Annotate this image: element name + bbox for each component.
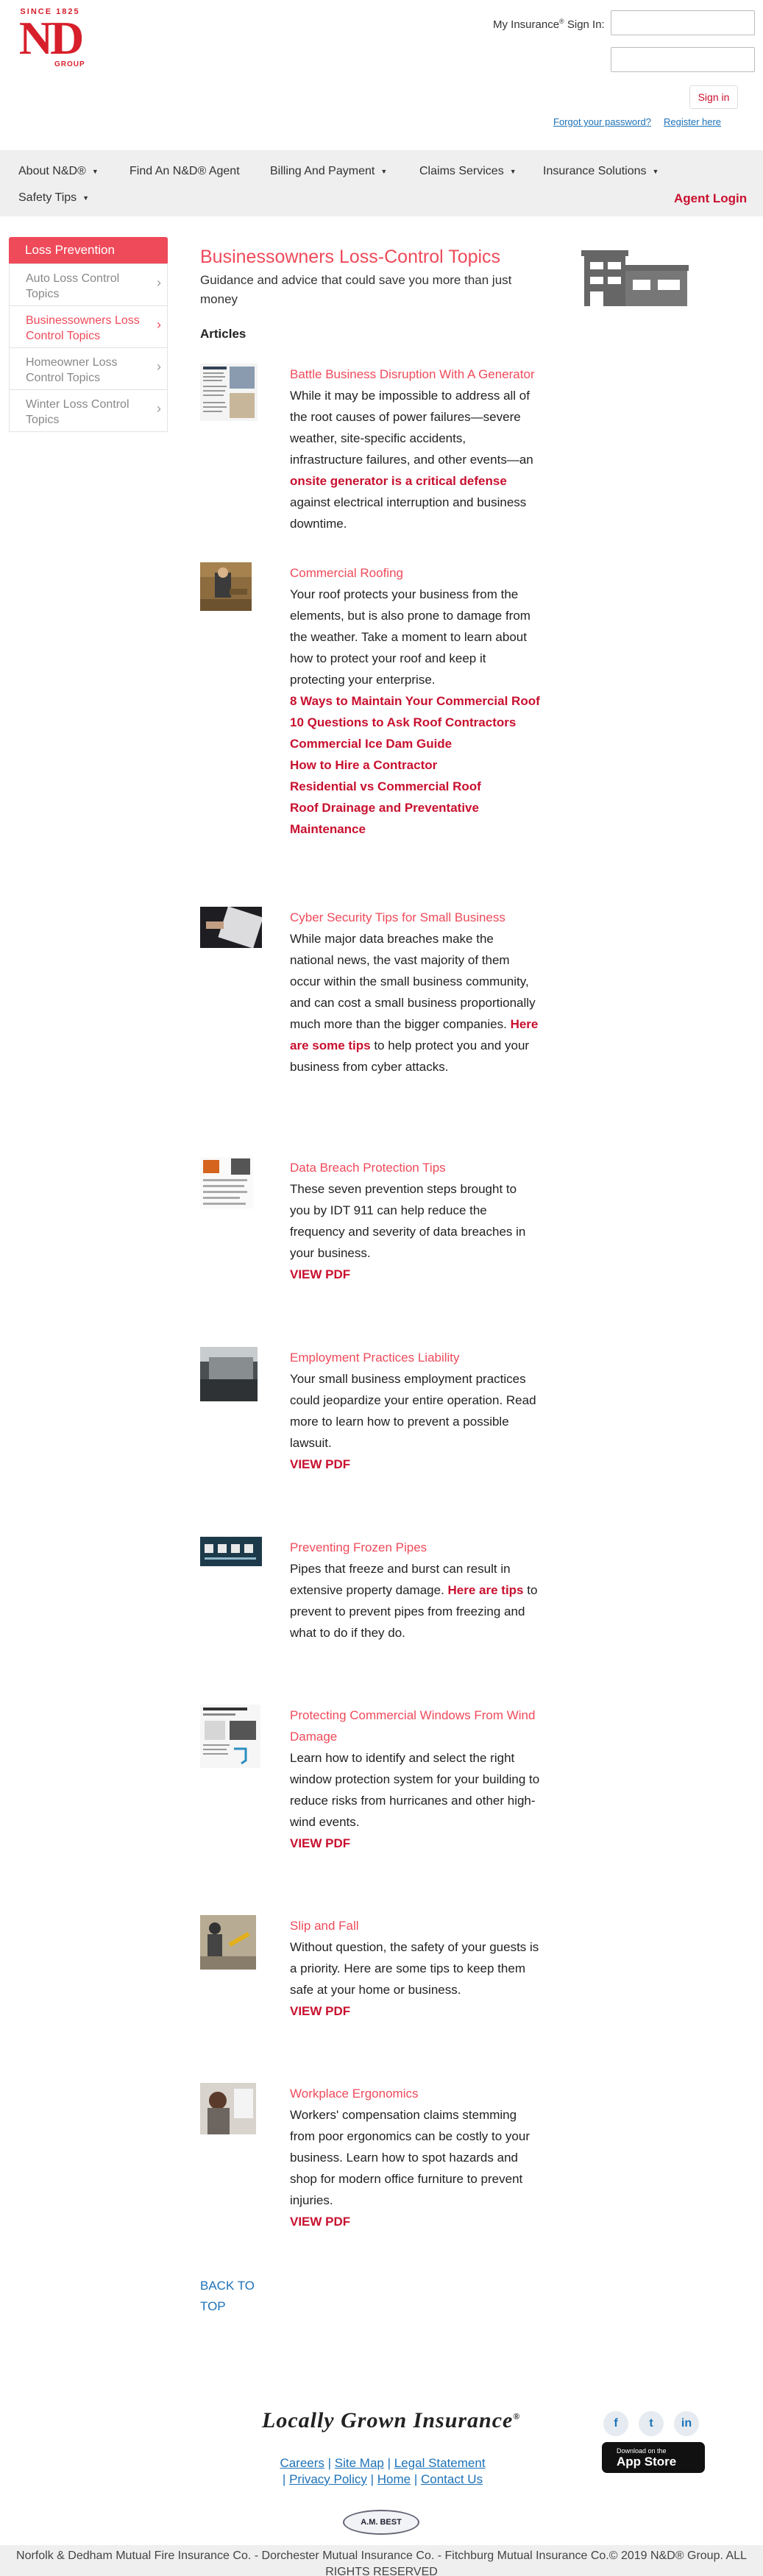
view-pdf-link[interactable]: VIEW PDF (290, 1264, 540, 1285)
sidebar-list: Auto Loss Control Topics › Businessowners… (9, 263, 168, 432)
page-subtitle: Guidance and advice that could save you … (200, 273, 512, 306)
view-pdf-link[interactable]: VIEW PDF (290, 2211, 540, 2232)
site-header: SINCE 1825 ND GROUP My Insurance® Sign I… (0, 0, 763, 150)
footer-links: Careers | Site Map | Legal Statement | P… (280, 2456, 486, 2486)
article-title[interactable]: Commercial Roofing (290, 562, 540, 584)
sidebar-item-homeowner[interactable]: Homeowner Loss Control Topics › (10, 347, 167, 389)
nav-find-agent[interactable]: Find An N&D® Agent (129, 165, 240, 178)
roof-link-hire[interactable]: How to Hire a Contractor (290, 754, 540, 776)
main-nav: About N&D® ▼ Find An N&D® Agent Billing A… (0, 150, 763, 216)
sidebar-item-label: Homeowner Loss Control Topics (26, 356, 118, 384)
caret-down-icon: ▼ (652, 167, 659, 175)
article-title[interactable]: Cyber Security Tips for Small Business (290, 907, 540, 928)
footer-link-home[interactable]: Home (377, 2472, 411, 2486)
view-pdf-link[interactable]: VIEW PDF (290, 1833, 540, 1854)
roof-link-residential[interactable]: Residential vs Commercial Roof (290, 776, 540, 797)
nav-about[interactable]: About N&D® ▼ (18, 165, 99, 178)
caret-down-icon: ▼ (82, 194, 90, 202)
back-to-top-link[interactable]: BACK TO TOP (200, 2276, 259, 2317)
article-text: Pipes that freeze and burst can result i… (290, 1562, 538, 1640)
article-text: Workers' compensation claims stemming fr… (290, 2108, 530, 2207)
forgot-password-link[interactable]: Forgot your password? (553, 116, 651, 127)
sidebar-item-auto[interactable]: Auto Loss Control Topics › (10, 263, 167, 305)
sidebar-item-label: Auto Loss Control Topics (26, 272, 120, 300)
am-best-seal[interactable]: A.M. BEST (343, 2510, 419, 2535)
article-title[interactable]: Data Breach Protection Tips (290, 1157, 540, 1178)
article-thumbnail[interactable] (200, 1705, 260, 1768)
article-title[interactable]: Workplace Ergonomics (290, 2083, 540, 2104)
article-text: Learn how to identify and select the rig… (290, 1751, 540, 1829)
chevron-right-icon: › (157, 359, 161, 374)
article-title[interactable]: Preventing Frozen Pipes (290, 1537, 540, 1558)
roof-link-questions[interactable]: 10 Questions to Ask Roof Contractors (290, 712, 540, 733)
footer-link-site-map[interactable]: Site Map (335, 2456, 384, 2470)
page-title: Businessowners Loss-Control Topics (200, 247, 501, 267)
article-inline-link[interactable]: onsite generator is a critical defense (290, 474, 507, 488)
logo-mark: ND (18, 12, 84, 64)
view-pdf-link[interactable]: VIEW PDF (290, 2000, 540, 2022)
sidebar-item-label: Winter Loss Control Topics (26, 398, 129, 426)
nav-safety-tips[interactable]: Safety Tips ▼ (18, 191, 89, 205)
roof-link-maintain[interactable]: 8 Ways to Maintain Your Commercial Roof (290, 690, 540, 712)
sidebar-item-winter[interactable]: Winter Loss Control Topics › (10, 389, 167, 431)
signin-button[interactable]: Sign in (689, 85, 738, 109)
chevron-right-icon: › (157, 317, 161, 332)
chevron-right-icon: › (157, 401, 161, 416)
copyright-text: Norfolk & Dedham Mutual Fire Insurance C… (16, 2550, 747, 2576)
linkedin-icon[interactable]: in (674, 2411, 699, 2436)
view-pdf-link[interactable]: VIEW PDF (290, 1454, 540, 1475)
article-title[interactable]: Employment Practices Liability (290, 1347, 540, 1368)
nd-group-logo[interactable]: SINCE 1825 ND GROUP (9, 7, 91, 68)
roof-link-ice-dam[interactable]: Commercial Ice Dam Guide (290, 733, 540, 754)
username-input[interactable] (611, 10, 755, 35)
article-text: Your roof protects your business from th… (290, 587, 530, 687)
appstore-big-text: App Store (617, 2454, 677, 2469)
sidebar-item-businessowners[interactable]: Businessowners Loss Control Topics › (10, 305, 167, 347)
appstore-small-text: Download on the (617, 2446, 667, 2455)
article-title[interactable]: Slip and Fall (290, 1915, 540, 1936)
password-input[interactable] (611, 47, 755, 72)
roof-link-drainage[interactable]: Roof Drainage and Preventative Maintenan… (290, 797, 540, 840)
footer-link-careers[interactable]: Careers (280, 2456, 324, 2470)
building-icon (581, 250, 689, 306)
nav-claims[interactable]: Claims Services ▼ (419, 165, 517, 178)
app-store-badge[interactable]: Download on the App Store (602, 2442, 705, 2473)
sidebar-heading[interactable]: Loss Prevention (9, 237, 168, 263)
caret-down-icon: ▼ (380, 167, 388, 175)
footer-link-privacy[interactable]: Privacy Policy (289, 2472, 367, 2486)
article-title[interactable]: Protecting Commercial Windows From Wind … (290, 1705, 540, 1747)
article-text: Without question, the safety of your gue… (290, 1940, 539, 1997)
agent-login-link[interactable]: Agent Login (674, 191, 747, 206)
article-thumbnail[interactable] (200, 907, 262, 948)
article-thumbnail[interactable] (200, 1347, 258, 1401)
nav-billing[interactable]: Billing And Payment ▼ (270, 165, 387, 178)
article-thumbnail[interactable] (200, 562, 252, 611)
article-text: While it may be impossible to address al… (290, 389, 533, 531)
logo-group-text: GROUP (54, 60, 85, 68)
footer-link-legal[interactable]: Legal Statement (394, 2456, 486, 2470)
articles-heading: Articles (200, 327, 246, 341)
chevron-right-icon: › (157, 275, 161, 290)
article-title[interactable]: Battle Business Disruption With A Genera… (290, 364, 540, 385)
article-thumbnail[interactable] (200, 1537, 262, 1566)
sidebar-item-label: Businessowners Loss Control Topics (26, 314, 140, 342)
article-thumbnail[interactable] (200, 364, 258, 421)
article-thumbnail[interactable] (200, 1915, 256, 1970)
article-thumbnail[interactable] (200, 2083, 256, 2134)
caret-down-icon: ▼ (509, 167, 517, 175)
footer-tagline-logo: Locally Grown Insurance® (262, 2408, 521, 2432)
facebook-icon[interactable]: f (603, 2411, 628, 2436)
nav-insurance-solutions[interactable]: Insurance Solutions ▼ (543, 165, 659, 178)
signin-label: My Insurance® Sign In: (493, 18, 605, 31)
article-text: While major data breaches make the natio… (290, 932, 539, 1074)
footer-link-contact[interactable]: Contact Us (421, 2472, 483, 2486)
twitter-icon[interactable]: t (639, 2411, 664, 2436)
caret-down-icon: ▼ (91, 167, 99, 175)
register-link[interactable]: Register here (664, 116, 721, 127)
article-inline-link[interactable]: Here are tips (448, 1583, 524, 1597)
article-thumbnail[interactable] (200, 1157, 253, 1209)
article-text: Your small business employment practices… (290, 1372, 536, 1450)
article-text: These seven prevention steps brought to … (290, 1182, 526, 1260)
